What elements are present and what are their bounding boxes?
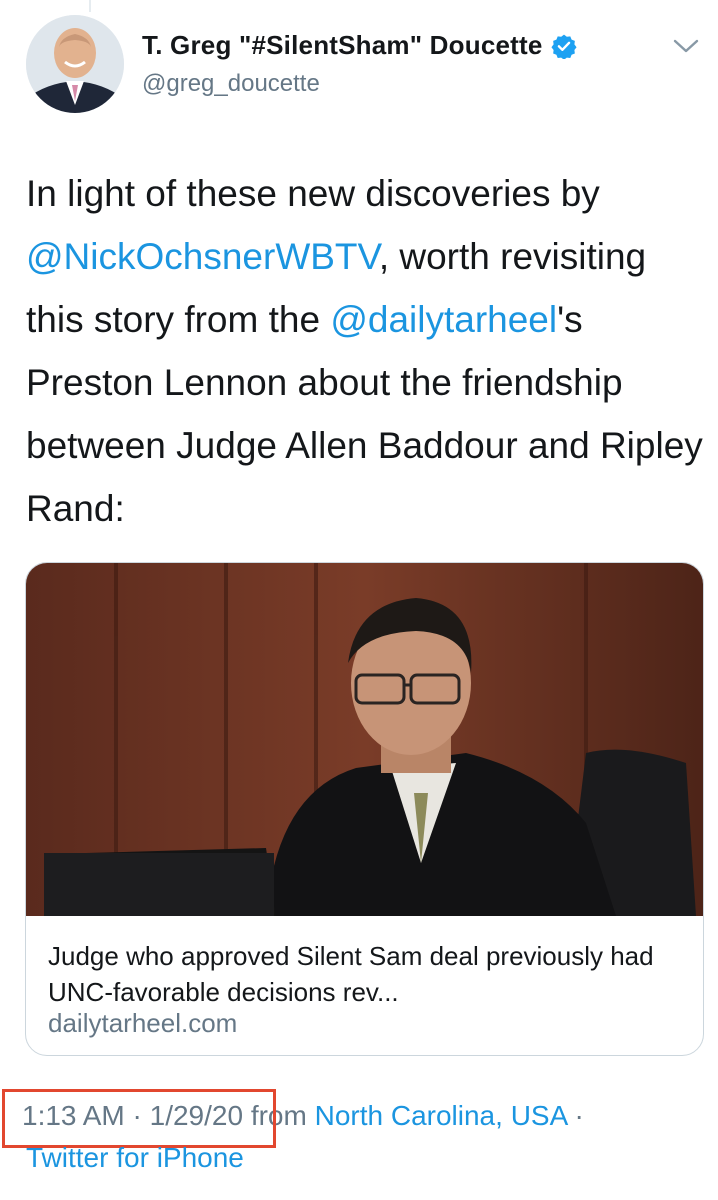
author-name-row[interactable]: T. Greg "#SilentSham" Doucette	[142, 30, 577, 61]
meta-separator: ·	[566, 1100, 584, 1131]
mention-link-nickochsnerwbtv[interactable]: @NickOchsnerWBTV	[26, 236, 379, 277]
card-title[interactable]: Judge who approved Silent Sam deal previ…	[48, 938, 688, 1010]
location-link[interactable]: North Carolina, USA	[315, 1100, 567, 1131]
card-domain: dailytarheel.com	[48, 1008, 238, 1038]
author-handle[interactable]: @greg_doucette	[142, 70, 320, 98]
avatar[interactable]	[26, 15, 124, 113]
mention-link-dailytarheel[interactable]: @dailytarheel	[330, 299, 557, 340]
tweet-source-link[interactable]: Twitter for iPhone	[26, 1142, 244, 1174]
avatar-image	[26, 15, 124, 113]
link-preview-card[interactable]: Judge who approved Silent Sam deal previ…	[25, 562, 704, 1056]
author-display-name[interactable]: T. Greg "#SilentSham" Doucette	[142, 30, 543, 61]
tweet-text: In light of these new discoveries by @Ni…	[26, 162, 706, 540]
tweet-text-segment: In light of these new discoveries by	[26, 173, 600, 214]
highlight-annotation-box	[2, 1089, 276, 1148]
caret-down-icon[interactable]	[672, 36, 700, 56]
thread-connector-line	[89, 0, 91, 12]
card-image-judge-photo	[26, 563, 703, 916]
verified-badge-icon	[550, 34, 577, 59]
